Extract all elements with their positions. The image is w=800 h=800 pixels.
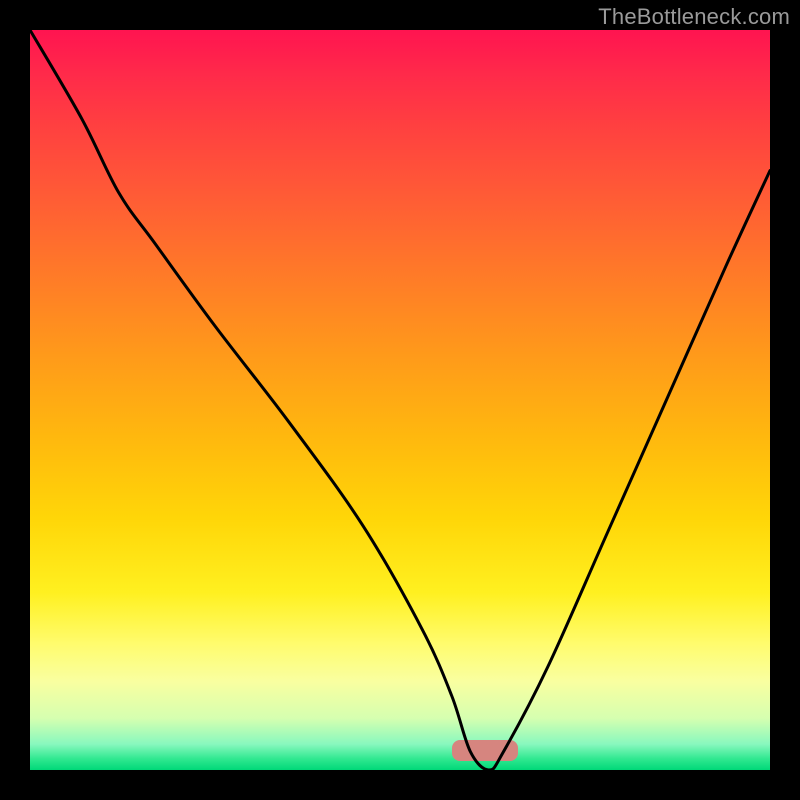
curve-layer	[30, 30, 770, 770]
chart-frame: TheBottleneck.com	[0, 0, 800, 800]
plot-area	[30, 30, 770, 770]
watermark-text: TheBottleneck.com	[598, 4, 790, 30]
bottleneck-curve	[30, 30, 770, 770]
